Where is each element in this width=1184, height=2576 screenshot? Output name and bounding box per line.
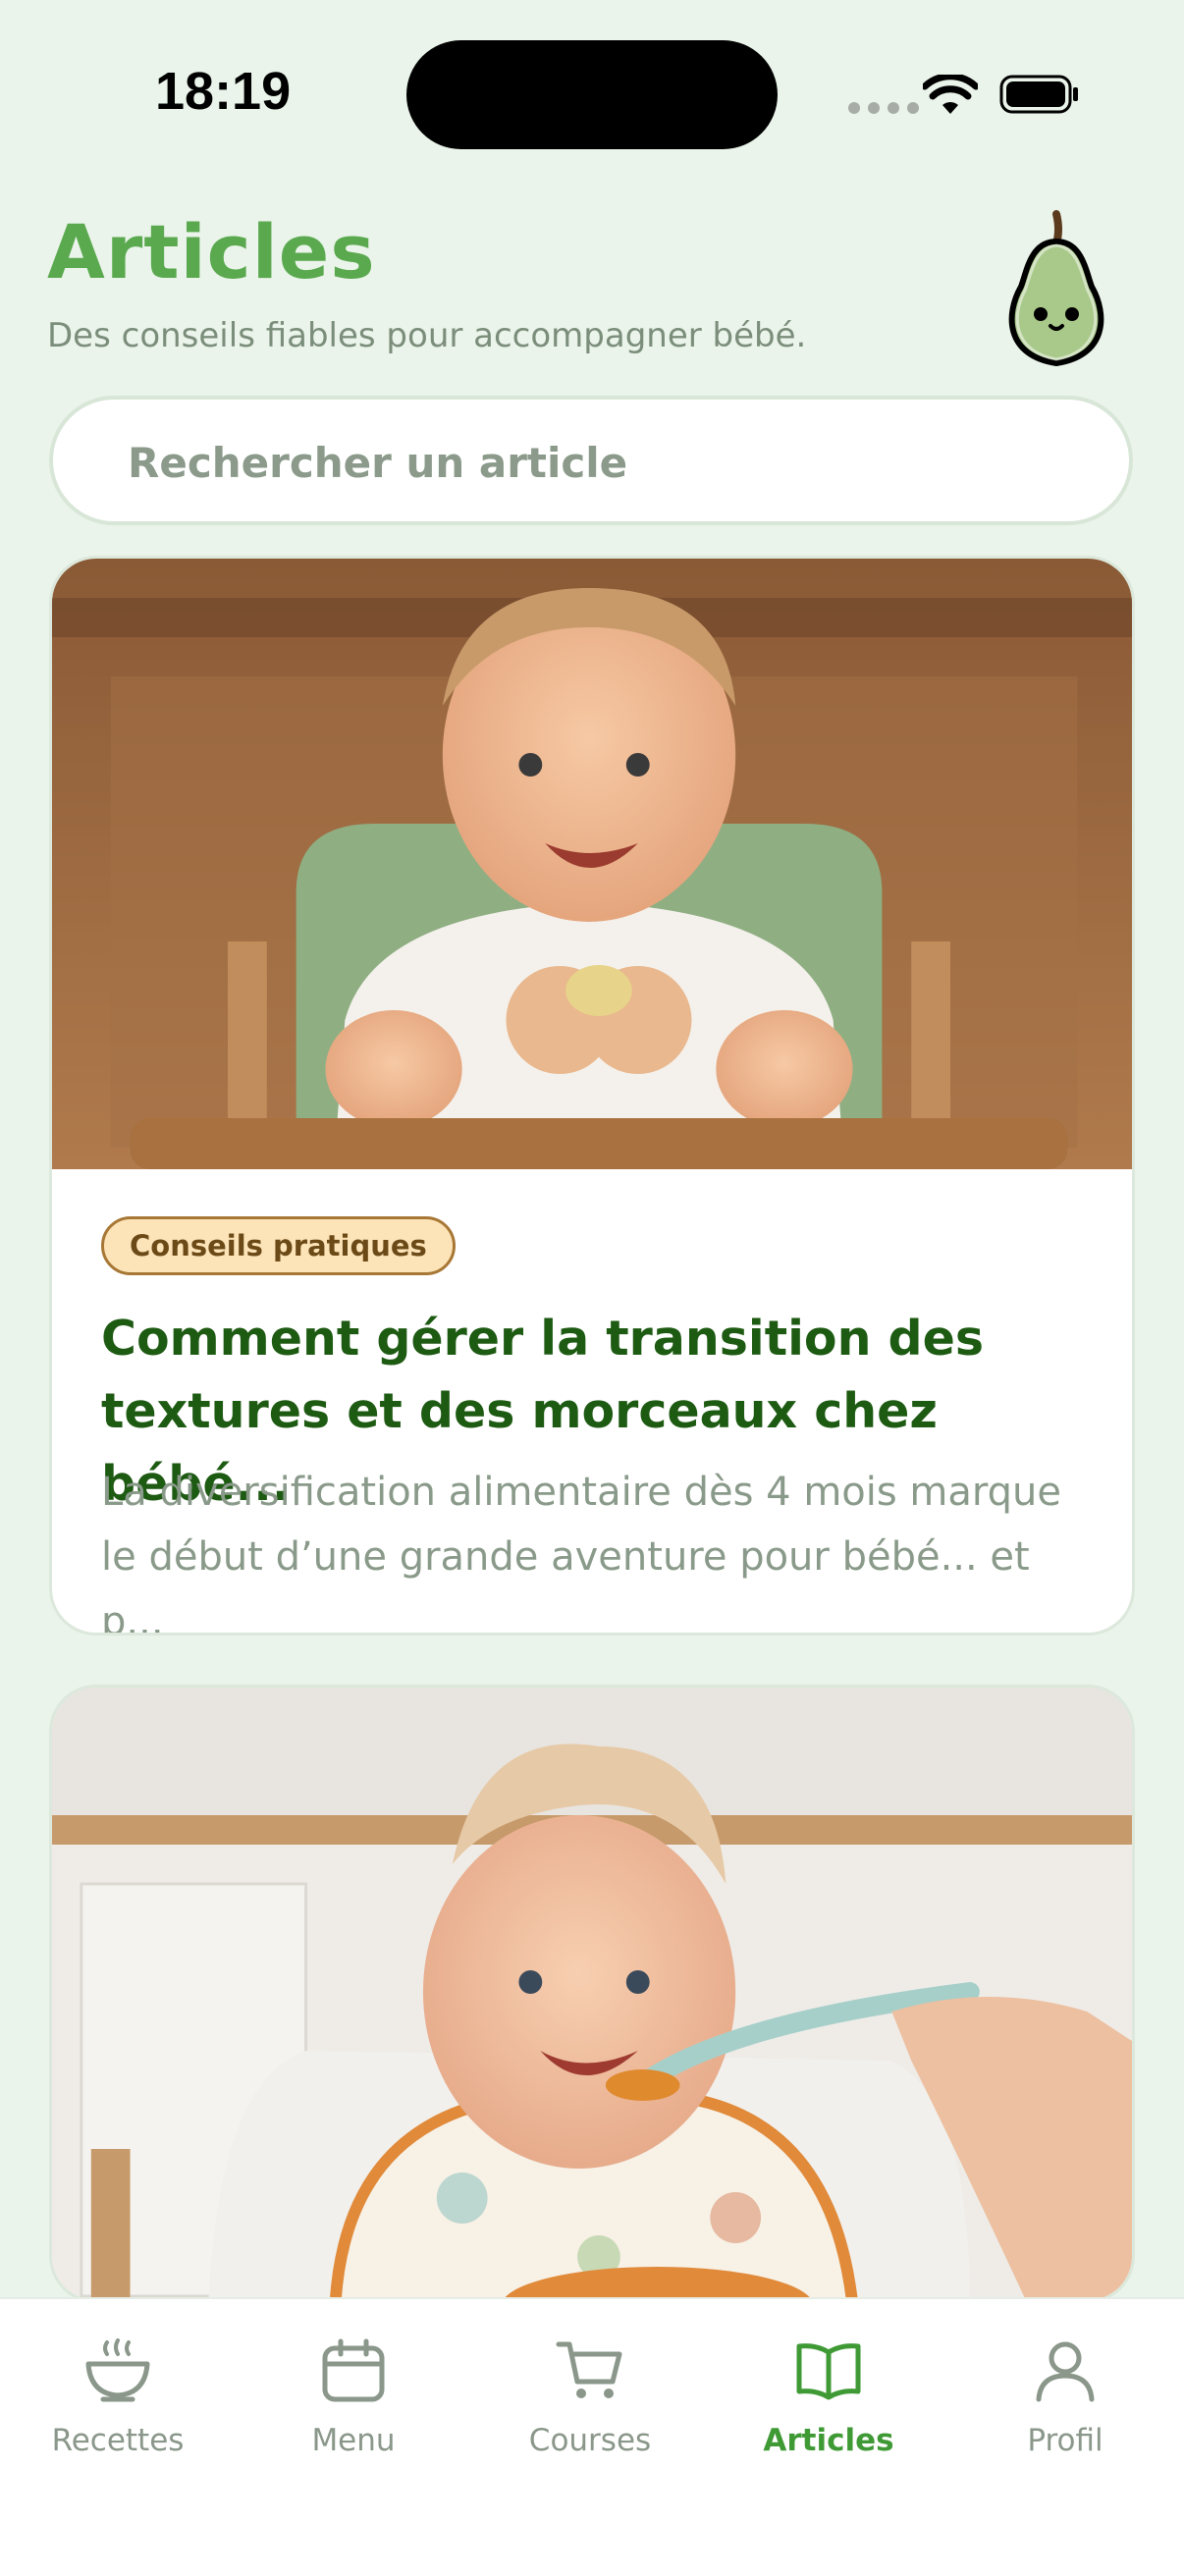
tab-recettes[interactable]: Recettes <box>20 2338 216 2458</box>
search-field[interactable] <box>49 396 1133 525</box>
cart-icon <box>556 2341 622 2398</box>
signal-dots-icon <box>848 102 919 114</box>
article-excerpt: La diversification alimentaire dès 4 moi… <box>101 1470 1061 1636</box>
tab-menu[interactable]: Menu <box>255 2338 452 2458</box>
article-image <box>52 559 1132 1169</box>
pear-mascot-icon[interactable] <box>992 206 1123 373</box>
article-category-badge: Conseils pratiques <box>101 1216 456 1275</box>
calendar-icon <box>322 2338 385 2402</box>
user-icon <box>1036 2341 1095 2402</box>
tab-label: Articles <box>763 2423 894 2458</box>
tab-label: Profil <box>1027 2423 1103 2458</box>
tab-label: Recettes <box>51 2423 185 2458</box>
dynamic-island <box>406 40 778 149</box>
status-bar: 18:19 <box>0 0 1184 187</box>
article-image <box>52 1688 1132 2300</box>
article-card[interactable]: Conseils pratiques Comment gérer la tran… <box>49 556 1135 1636</box>
bowl-icon <box>85 2338 150 2402</box>
tab-profil[interactable]: Profil <box>967 2338 1163 2458</box>
battery-icon <box>999 75 1078 114</box>
bottom-tab-bar: Recettes Menu Courses Articles Profil <box>0 2297 1184 2576</box>
tab-label: Courses <box>528 2423 652 2458</box>
page-title: Articles <box>47 208 376 295</box>
tab-courses[interactable]: Courses <box>492 2338 688 2458</box>
status-time: 18:19 <box>155 62 292 121</box>
tab-label: Menu <box>311 2423 396 2458</box>
page-subtitle: Des conseils fiables pour accompagner bé… <box>47 316 807 355</box>
tab-articles[interactable]: Articles <box>730 2338 927 2458</box>
book-icon <box>796 2343 861 2400</box>
wifi-icon <box>923 75 978 114</box>
article-card[interactable] <box>49 1685 1135 2303</box>
search-input[interactable] <box>126 429 1072 496</box>
